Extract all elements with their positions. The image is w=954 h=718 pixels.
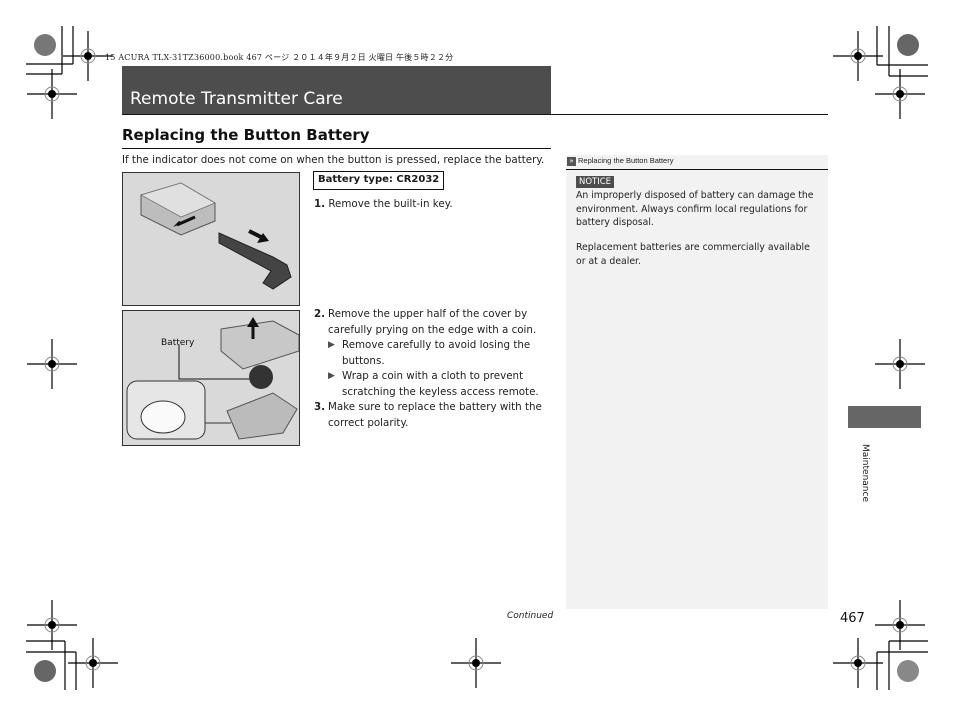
registration-mark-icon xyxy=(833,31,883,81)
step-2-note-1: ▶ Remove carefully to avoid losing the b… xyxy=(314,338,554,369)
step-text: Make sure to replace the battery with th… xyxy=(328,401,542,429)
registration-mark-icon xyxy=(27,69,77,119)
sidebar-divider xyxy=(566,169,828,170)
play-arrow-icon: ▶ xyxy=(328,340,335,350)
step-2: 2. Remove the upper half of the cover by… xyxy=(314,307,554,338)
note-text: Remove carefully to avoid losing the but… xyxy=(342,339,531,367)
chapter-tab-label[interactable]: Maintenance xyxy=(860,444,870,502)
step-3: 3. Make sure to replace the battery with… xyxy=(314,400,554,431)
key-fob-illustration xyxy=(139,182,292,290)
registration-mark-icon xyxy=(875,600,925,650)
step-text: Remove the built-in key. xyxy=(328,198,453,210)
page-title: Remote Transmitter Care xyxy=(130,89,343,109)
step-text: Remove the upper half of the cover by ca… xyxy=(328,308,537,336)
title-divider xyxy=(122,114,828,115)
battery-illustration xyxy=(126,317,299,440)
chapter-tab-marker xyxy=(848,406,921,428)
registration-mark-icon xyxy=(27,339,77,389)
cross-reference-icon: » xyxy=(567,157,576,166)
color-target-tr xyxy=(897,34,919,56)
registration-mark-icon xyxy=(27,600,77,650)
notice-text: An improperly disposed of battery can da… xyxy=(576,190,814,228)
step-number: 3. xyxy=(314,401,326,413)
intro-text: If the indicator does not come on when t… xyxy=(122,154,545,166)
print-header: 15 ACURA TLX-31TZ36000.book 467 ページ ２０１４… xyxy=(105,53,454,62)
registration-mark-icon xyxy=(833,638,883,688)
color-target-br xyxy=(897,660,919,682)
continued-label: Continued xyxy=(507,611,554,621)
registration-mark-icon xyxy=(451,638,501,688)
section-title: Replacing the Button Battery xyxy=(122,126,370,144)
sidebar-heading-link[interactable]: Replacing the Button Battery xyxy=(578,156,673,165)
color-target-tl xyxy=(34,34,56,56)
figure-remove-key xyxy=(122,172,300,306)
note-text: Replacement batteries are commercially a… xyxy=(576,242,810,267)
color-target-bl xyxy=(34,660,56,682)
section-divider xyxy=(122,148,551,149)
battery-callout-label: Battery xyxy=(161,338,195,348)
step-2-note-2: ▶ Wrap a coin with a cloth to prevent sc… xyxy=(314,369,554,400)
notice-badge: NOTICE xyxy=(576,176,615,188)
registration-mark-icon xyxy=(875,69,925,119)
step-1: 1. Remove the built-in key. xyxy=(314,197,453,213)
registration-mark-icon xyxy=(875,339,925,389)
page-number: 467 xyxy=(840,611,865,626)
battery-coin xyxy=(249,365,273,389)
step-number: 2. xyxy=(314,308,326,320)
steps-list: 2. Remove the upper half of the cover by… xyxy=(314,307,554,431)
note-text: Wrap a coin with a cloth to prevent scra… xyxy=(342,370,539,398)
play-arrow-icon: ▶ xyxy=(328,371,335,381)
figure-battery-replacement: Battery xyxy=(122,310,300,446)
registration-mark-icon xyxy=(68,638,118,688)
battery-type-box: Battery type: CR2032 xyxy=(313,171,444,190)
step-number: 1. xyxy=(314,198,326,210)
